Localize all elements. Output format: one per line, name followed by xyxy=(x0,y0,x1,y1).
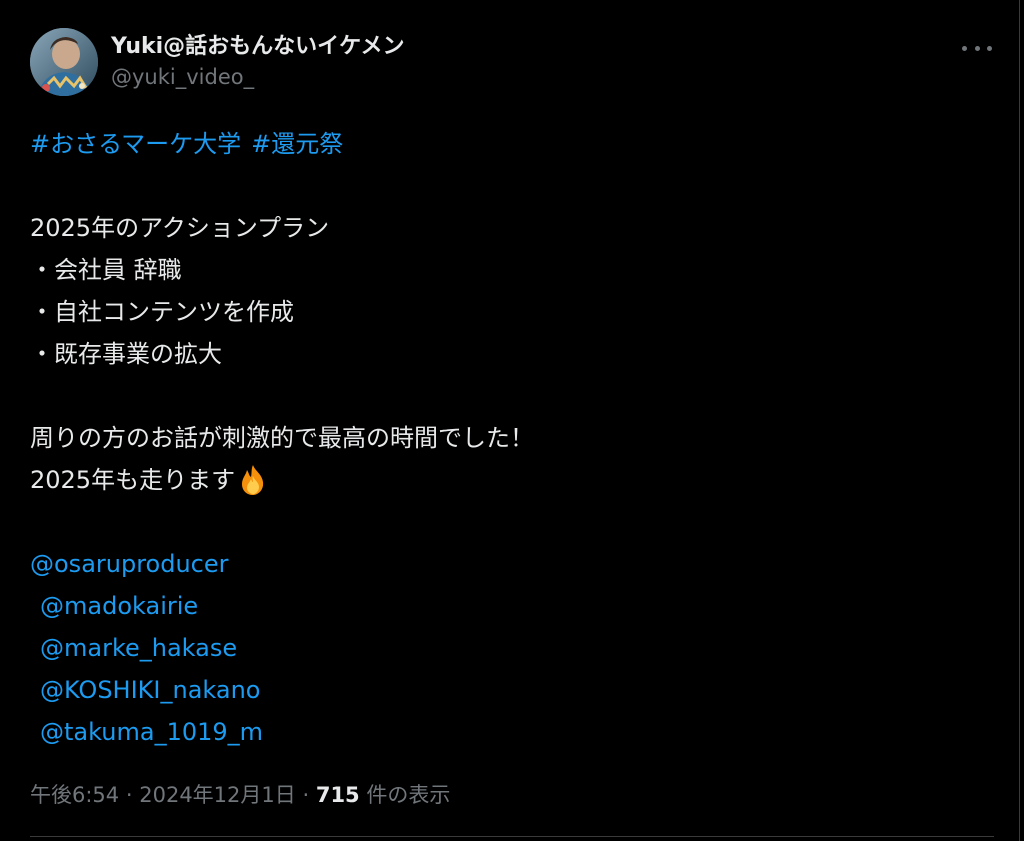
views-label: 件の表示 xyxy=(366,783,451,807)
mention-link[interactable]: @madokairie xyxy=(40,585,994,627)
tweet-time[interactable]: 午後6:54 xyxy=(30,783,119,807)
plan-item: ・既存事業の拡大 xyxy=(30,340,222,368)
handle[interactable]: @yuki_video_ xyxy=(111,62,405,92)
plan-title: 2025年のアクションプラン xyxy=(30,214,330,242)
hashtag-link[interactable]: #おさるマーケ大学 xyxy=(30,123,241,165)
message-line: 周りの方のお話が刺激的で最高の時間でした！ xyxy=(30,424,534,452)
plan-item: ・会社員 辞職 xyxy=(30,256,182,284)
views-count[interactable]: 715 xyxy=(316,783,360,807)
tweet-date[interactable]: 2024年12月1日 xyxy=(139,783,296,807)
mention-link[interactable]: @KOSHIKI_nakano xyxy=(40,669,994,711)
mention-link[interactable]: @osaruproducer xyxy=(30,543,994,585)
display-name[interactable]: Yuki@話おもんないイケメン xyxy=(111,32,405,62)
mention-link[interactable]: @marke_hakase xyxy=(40,627,994,669)
author-names: Yuki@話おもんないイケメン @yuki_video_ xyxy=(111,32,405,92)
divider xyxy=(30,836,994,837)
message-line-with-emoji: 2025年も走ります xyxy=(30,459,994,501)
tweet-text: #おさるマーケ大学 #還元祭 2025年のアクションプラン ・会社員 辞職 ・自… xyxy=(30,123,994,753)
more-options-icon[interactable] xyxy=(962,40,992,56)
plan-item: ・自社コンテンツを作成 xyxy=(30,298,294,326)
meta-separator: · xyxy=(125,783,133,807)
mention-link[interactable]: @takuma_1019_m xyxy=(40,711,994,753)
tweet-window: Yuki@話おもんないイケメン @yuki_video_ #おさるマーケ大学 #… xyxy=(0,0,1020,841)
hashtag-link[interactable]: #還元祭 xyxy=(251,123,343,165)
avatar[interactable] xyxy=(30,28,98,96)
tweet-meta: 午後6:54 · 2024年12月1日 · 715 件の表示 xyxy=(30,780,450,810)
fire-icon xyxy=(236,463,270,497)
tweet: Yuki@話おもんないイケメン @yuki_video_ #おさるマーケ大学 #… xyxy=(30,28,994,837)
message-text: 2025年も走ります xyxy=(30,466,236,494)
hashtag-line: #おさるマーケ大学 #還元祭 xyxy=(30,123,994,165)
meta-separator: · xyxy=(302,783,310,807)
tweet-header: Yuki@話おもんないイケメン @yuki_video_ xyxy=(30,28,994,96)
